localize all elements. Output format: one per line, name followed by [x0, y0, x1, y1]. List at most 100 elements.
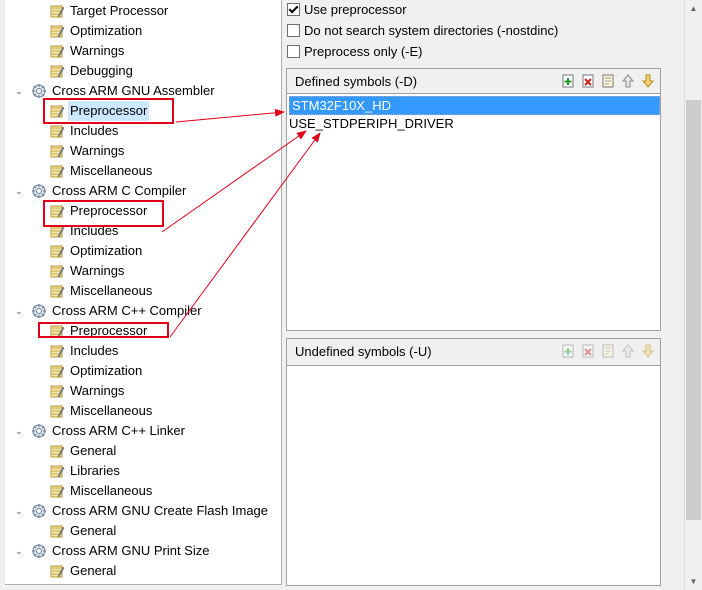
- tree-item-label: General: [70, 563, 117, 578]
- use-preprocessor-checkbox[interactable]: Use preprocessor: [287, 0, 407, 18]
- tree-item[interactable]: ⌄ Cross ARM C++ Linker: [15, 421, 187, 441]
- tree-item[interactable]: ⌄ Cross ARM C++ Compiler: [15, 301, 204, 321]
- scroll-down-arrow-icon[interactable]: ▼: [685, 573, 702, 590]
- move-down-icon[interactable]: [640, 343, 656, 359]
- delete-icon[interactable]: [580, 343, 596, 359]
- properties-icon: [49, 523, 68, 539]
- move-down-icon[interactable]: [640, 73, 656, 89]
- properties-icon: [49, 243, 68, 259]
- annotation-box-assembler-preprocessor: [43, 98, 174, 124]
- properties-icon: [49, 263, 68, 279]
- tree-item-label: Optimization: [70, 363, 143, 378]
- properties-icon: [49, 283, 68, 299]
- chevron-down-icon[interactable]: ⌄: [12, 421, 26, 441]
- tree-item-label: Includes: [70, 343, 119, 358]
- defined-symbols-toolbar: [560, 73, 660, 89]
- scroll-up-arrow-icon[interactable]: ▲: [685, 0, 702, 17]
- properties-icon: [49, 43, 68, 59]
- add-icon[interactable]: [560, 343, 576, 359]
- tree-item[interactable]: Miscellaneous: [49, 281, 154, 301]
- tree-item-label: Cross ARM C++ Linker: [52, 423, 185, 438]
- defined-symbols-group: Defined symbols (-D) STM32F10X_HD USE_STD…: [286, 68, 661, 331]
- edit-icon[interactable]: [600, 343, 616, 359]
- properties-icon: [49, 143, 68, 159]
- properties-icon: [49, 23, 68, 39]
- properties-icon: [49, 403, 68, 419]
- tree-item[interactable]: ⌄ Cross ARM GNU Create Flash Image: [15, 501, 270, 521]
- tree-item-label: Cross ARM C++ Compiler: [52, 303, 202, 318]
- tree-item[interactable]: General: [49, 561, 118, 581]
- preprocess-only-label: Preprocess only (-E): [304, 43, 423, 59]
- undefined-symbols-group: Undefined symbols (-U): [286, 338, 661, 586]
- checkbox-box[interactable]: [287, 2, 300, 16]
- tree-item[interactable]: Optimization: [49, 21, 144, 41]
- use-preprocessor-label: Use preprocessor: [304, 1, 407, 17]
- tree-item[interactable]: Target Processor: [49, 1, 170, 21]
- tree-item[interactable]: Debugging: [49, 61, 135, 81]
- settings-tree[interactable]: Target Processor Optimization Warnings Debu…: [5, 0, 282, 585]
- vertical-scrollbar[interactable]: ▲ ▼: [684, 0, 702, 590]
- chevron-down-icon[interactable]: ⌄: [12, 541, 26, 561]
- annotation-box-c-preprocessor: [43, 200, 164, 227]
- preprocess-only-checkbox[interactable]: Preprocess only (-E): [287, 42, 422, 60]
- delete-icon[interactable]: [580, 73, 596, 89]
- tree-item-label: Optimization: [70, 243, 143, 258]
- tree-item[interactable]: Includes: [49, 341, 120, 361]
- properties-icon: [49, 123, 68, 139]
- properties-icon: [49, 383, 68, 399]
- preprocessor-settings-panel: Use preprocessor Do not search system di…: [282, 0, 682, 590]
- symbol-list-item[interactable]: STM32F10X_HD: [289, 96, 660, 115]
- tree-item[interactable]: Optimization: [49, 241, 144, 261]
- move-up-icon[interactable]: [620, 343, 636, 359]
- tree-item-label: Miscellaneous: [70, 163, 153, 178]
- tool-gear-icon: [31, 503, 50, 519]
- tree-item[interactable]: Includes: [49, 121, 120, 141]
- tree-item-label: Miscellaneous: [70, 483, 153, 498]
- tree-item[interactable]: ⌄ Cross ARM GNU Print Size: [15, 541, 211, 561]
- checkbox-box[interactable]: [287, 44, 300, 58]
- symbol-list-item[interactable]: USE_STDPERIPH_DRIVER: [287, 115, 660, 132]
- tree-item[interactable]: Optimization: [49, 361, 144, 381]
- tree-item-label: Cross ARM GNU Create Flash Image: [52, 503, 269, 518]
- defined-symbols-title: Defined symbols (-D): [295, 73, 418, 89]
- properties-icon: [49, 483, 68, 499]
- tool-gear-icon: [31, 83, 50, 99]
- tree-item-label: Warnings: [70, 43, 125, 58]
- tool-gear-icon: [31, 183, 50, 199]
- tree-item[interactable]: Warnings: [49, 141, 126, 161]
- tree-item-label: Debugging: [70, 63, 133, 78]
- properties-icon: [49, 63, 68, 79]
- tree-item[interactable]: General: [49, 521, 118, 541]
- chevron-down-icon[interactable]: ⌄: [12, 301, 26, 321]
- properties-icon: [49, 443, 68, 459]
- tree-item[interactable]: Libraries: [49, 461, 122, 481]
- properties-icon: [49, 363, 68, 379]
- tree-item-label: Warnings: [70, 263, 125, 278]
- tree-item[interactable]: ⌄ Cross ARM C Compiler: [15, 181, 188, 201]
- tree-item-label: Optimization: [70, 23, 143, 38]
- edit-icon[interactable]: [600, 73, 616, 89]
- properties-icon: [49, 343, 68, 359]
- tree-item[interactable]: Warnings: [49, 41, 126, 61]
- tree-item-label: Miscellaneous: [70, 283, 153, 298]
- add-icon[interactable]: [560, 73, 576, 89]
- undefined-symbols-list[interactable]: [287, 365, 660, 585]
- move-up-icon[interactable]: [620, 73, 636, 89]
- tree-item[interactable]: Warnings: [49, 381, 126, 401]
- tree-item[interactable]: Warnings: [49, 261, 126, 281]
- tree-item[interactable]: Miscellaneous: [49, 401, 154, 421]
- chevron-down-icon[interactable]: ⌄: [12, 81, 26, 101]
- chevron-down-icon[interactable]: ⌄: [12, 501, 26, 521]
- tree-item[interactable]: General: [49, 441, 118, 461]
- tree-item-label: Cross ARM C Compiler: [52, 183, 187, 198]
- tree-item-label: Miscellaneous: [70, 403, 153, 418]
- nostdinc-checkbox[interactable]: Do not search system directories (-nostd…: [287, 21, 558, 39]
- tree-item[interactable]: Miscellaneous: [49, 481, 154, 501]
- tree-item-label: Warnings: [70, 143, 125, 158]
- chevron-down-icon[interactable]: ⌄: [12, 181, 26, 201]
- defined-symbols-list[interactable]: STM32F10X_HD USE_STDPERIPH_DRIVER: [287, 93, 660, 330]
- tree-item-label: Libraries: [70, 463, 120, 478]
- checkbox-box[interactable]: [287, 23, 300, 37]
- tree-item[interactable]: Miscellaneous: [49, 161, 154, 181]
- scrollbar-thumb[interactable]: [686, 100, 701, 520]
